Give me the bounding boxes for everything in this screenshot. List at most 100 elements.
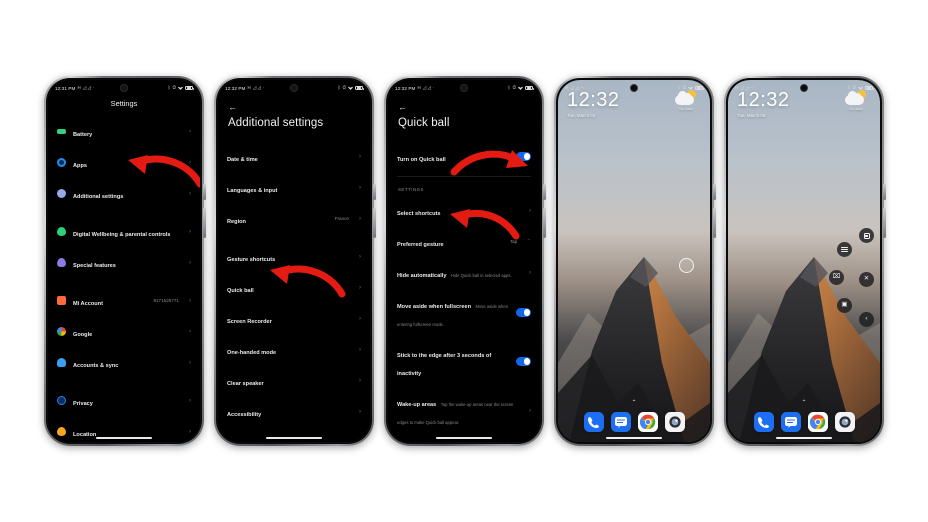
home-indicator[interactable]	[96, 436, 152, 439]
list-item-one-handed-mode[interactable]: One-handed mode ›	[218, 334, 370, 365]
sidebar-item-digital-wellbeing[interactable]: Digital Wellbeing & parental controls ›	[48, 216, 200, 247]
gallery-icon[interactable]: ▣	[837, 298, 852, 313]
chevron-right-icon: ›	[359, 315, 361, 322]
camera-app-icon[interactable]	[834, 412, 855, 432]
volume-button[interactable]	[373, 184, 376, 200]
list-item-region[interactable]: Region France ›	[218, 203, 370, 234]
power-button[interactable]	[713, 208, 716, 238]
bluetooth-icon: ᛒ	[847, 84, 851, 90]
list-item-screen-recorder[interactable]: Screen Recorder ›	[218, 303, 370, 334]
wifi-icon	[518, 86, 523, 90]
sidebar-item-mi-account[interactable]: Mi Account 8171528771 ›	[48, 285, 200, 316]
sidebar-item-special-features[interactable]: Special features ›	[48, 247, 200, 278]
list-item-beautify-video-calls[interactable]: Beautify for video calls ›	[218, 427, 370, 443]
sidebar-item-google[interactable]: Google ›	[48, 316, 200, 347]
volume-button[interactable]	[713, 184, 716, 200]
back-icon[interactable]: ‹	[859, 312, 874, 327]
list-item-accessibility[interactable]: Accessibility ›	[218, 396, 370, 427]
bluetooth-icon: ᛒ	[507, 84, 511, 90]
signal-icon: ◿ ◿	[740, 84, 749, 90]
row-label: Date & time	[227, 156, 258, 163]
camera-app-icon[interactable]	[664, 412, 685, 432]
wifi-icon	[348, 86, 353, 90]
front-camera-notch	[290, 84, 298, 92]
turn-on-quick-ball-toggle[interactable]	[516, 152, 531, 161]
status-time: 12:32 PM	[225, 85, 246, 91]
sidebar-item-apps[interactable]: Apps ›	[48, 147, 200, 178]
front-camera-notch	[630, 84, 638, 92]
row-label: Turn on Quick ball	[397, 156, 446, 163]
status-bar: 12:31 PM H ◿ ◿ · ᛒ ⏱	[48, 80, 200, 96]
sidebar-item-additional-settings[interactable]: Additional settings ›	[48, 178, 200, 209]
move-aside-toggle[interactable]	[516, 308, 531, 317]
home-indicator[interactable]	[436, 436, 492, 439]
messages-app-icon[interactable]	[610, 412, 631, 432]
floating-quick-ball[interactable]	[679, 258, 694, 273]
phone-app-icon[interactable]	[753, 412, 774, 432]
front-camera-notch	[460, 84, 468, 92]
power-button[interactable]	[883, 208, 886, 238]
special-features-icon	[57, 258, 66, 267]
stick-to-edge-toggle[interactable]	[516, 357, 531, 366]
home-indicator[interactable]	[606, 436, 662, 439]
lock-icon[interactable]: ⌧	[829, 270, 844, 285]
home-indicator[interactable]	[776, 436, 832, 439]
row-label: Accessibility	[227, 411, 262, 418]
front-camera-notch	[800, 84, 808, 92]
row-label: One-handed mode	[227, 349, 277, 356]
app-drawer-chevron-icon[interactable]: ⌃	[631, 400, 636, 406]
sidebar-item-privacy[interactable]: Privacy ›	[48, 385, 200, 416]
chrome-app-icon[interactable]	[807, 412, 828, 432]
row-label: Accounts & sync	[73, 362, 119, 369]
sidebar-item-accounts-sync[interactable]: Accounts & sync ›	[48, 347, 200, 378]
list-item-clear-speaker[interactable]: Clear speaker ›	[218, 365, 370, 396]
back-button[interactable]: ←	[218, 96, 370, 114]
status-time: 12:32 PM	[395, 85, 416, 91]
status-bar-right: ᛒ ⏱	[167, 84, 194, 91]
row-label: Additional settings	[73, 193, 124, 200]
list-item-date-time[interactable]: Date & time ›	[218, 141, 370, 172]
row-label: Mi Account	[73, 300, 103, 307]
app-drawer-chevron-icon[interactable]: ⌃	[801, 400, 806, 406]
power-button[interactable]	[543, 208, 546, 238]
list-item-languages-input[interactable]: Languages & input ›	[218, 172, 370, 203]
chevron-right-icon: ›	[359, 215, 361, 222]
list-item-stick-to-edge[interactable]: Stick to the edge after 3 seconds of ina…	[388, 337, 540, 386]
toggle-row-turn-on-quick-ball[interactable]: Turn on Quick ball	[388, 141, 540, 172]
power-button[interactable]	[373, 208, 376, 238]
volume-button[interactable]	[203, 184, 206, 200]
back-button[interactable]: ←	[388, 96, 540, 114]
phone-app-icon[interactable]	[583, 412, 604, 432]
power-button[interactable]	[203, 208, 206, 238]
privacy-icon	[57, 396, 66, 405]
sidebar-item-battery[interactable]: Battery ›	[48, 116, 200, 147]
additional-settings-icon	[57, 189, 66, 198]
weather-text: No data	[679, 107, 693, 111]
phone-screen: 12:32 PM H ◿ ◿ · ᛒ ⏱ ← Additional settin…	[218, 80, 370, 442]
list-item-quick-ball[interactable]: Quick ball ›	[218, 272, 370, 303]
list-item-wake-up-areas[interactable]: Wake-up areas Tap the wake-up areas near…	[388, 386, 540, 435]
list-item-hide-automatically[interactable]: Hide automatically Hide Quick ball in se…	[388, 257, 540, 288]
screenshot-icon[interactable]	[859, 228, 874, 243]
volume-button[interactable]	[883, 184, 886, 200]
row-label: Apps	[73, 162, 87, 169]
volume-button[interactable]	[543, 184, 546, 200]
list-item-preferred-gesture[interactable]: Preferred gesture Tap ⌃	[388, 226, 540, 257]
menu-icon[interactable]	[837, 242, 852, 257]
home-screen: H ◿ ◿ – ᛒ ⏱ 12:32 Tue, March 08 No data …	[728, 80, 880, 442]
home-indicator[interactable]	[266, 436, 322, 439]
close-icon[interactable]: ✕	[859, 272, 874, 287]
list-item-select-shortcuts[interactable]: Select shortcuts ›	[388, 195, 540, 226]
bluetooth-icon: ᛒ	[167, 84, 171, 90]
chrome-app-icon[interactable]	[637, 412, 658, 432]
chevron-right-icon: ›	[189, 259, 191, 266]
dock	[558, 412, 710, 432]
chevron-right-icon: ›	[529, 269, 531, 276]
list-item-move-aside-fullscreen[interactable]: Move aside when fullscreen Move aside wh…	[388, 288, 540, 337]
list-item-gesture-shortcuts[interactable]: Gesture shortcuts ›	[218, 241, 370, 272]
messages-app-icon[interactable]	[780, 412, 801, 432]
dock	[728, 412, 880, 432]
phone-additional-settings: 12:32 PM H ◿ ◿ · ᛒ ⏱ ← Additional settin…	[214, 76, 376, 446]
page-title: Quick ball	[398, 117, 450, 129]
battery-icon	[695, 85, 704, 91]
